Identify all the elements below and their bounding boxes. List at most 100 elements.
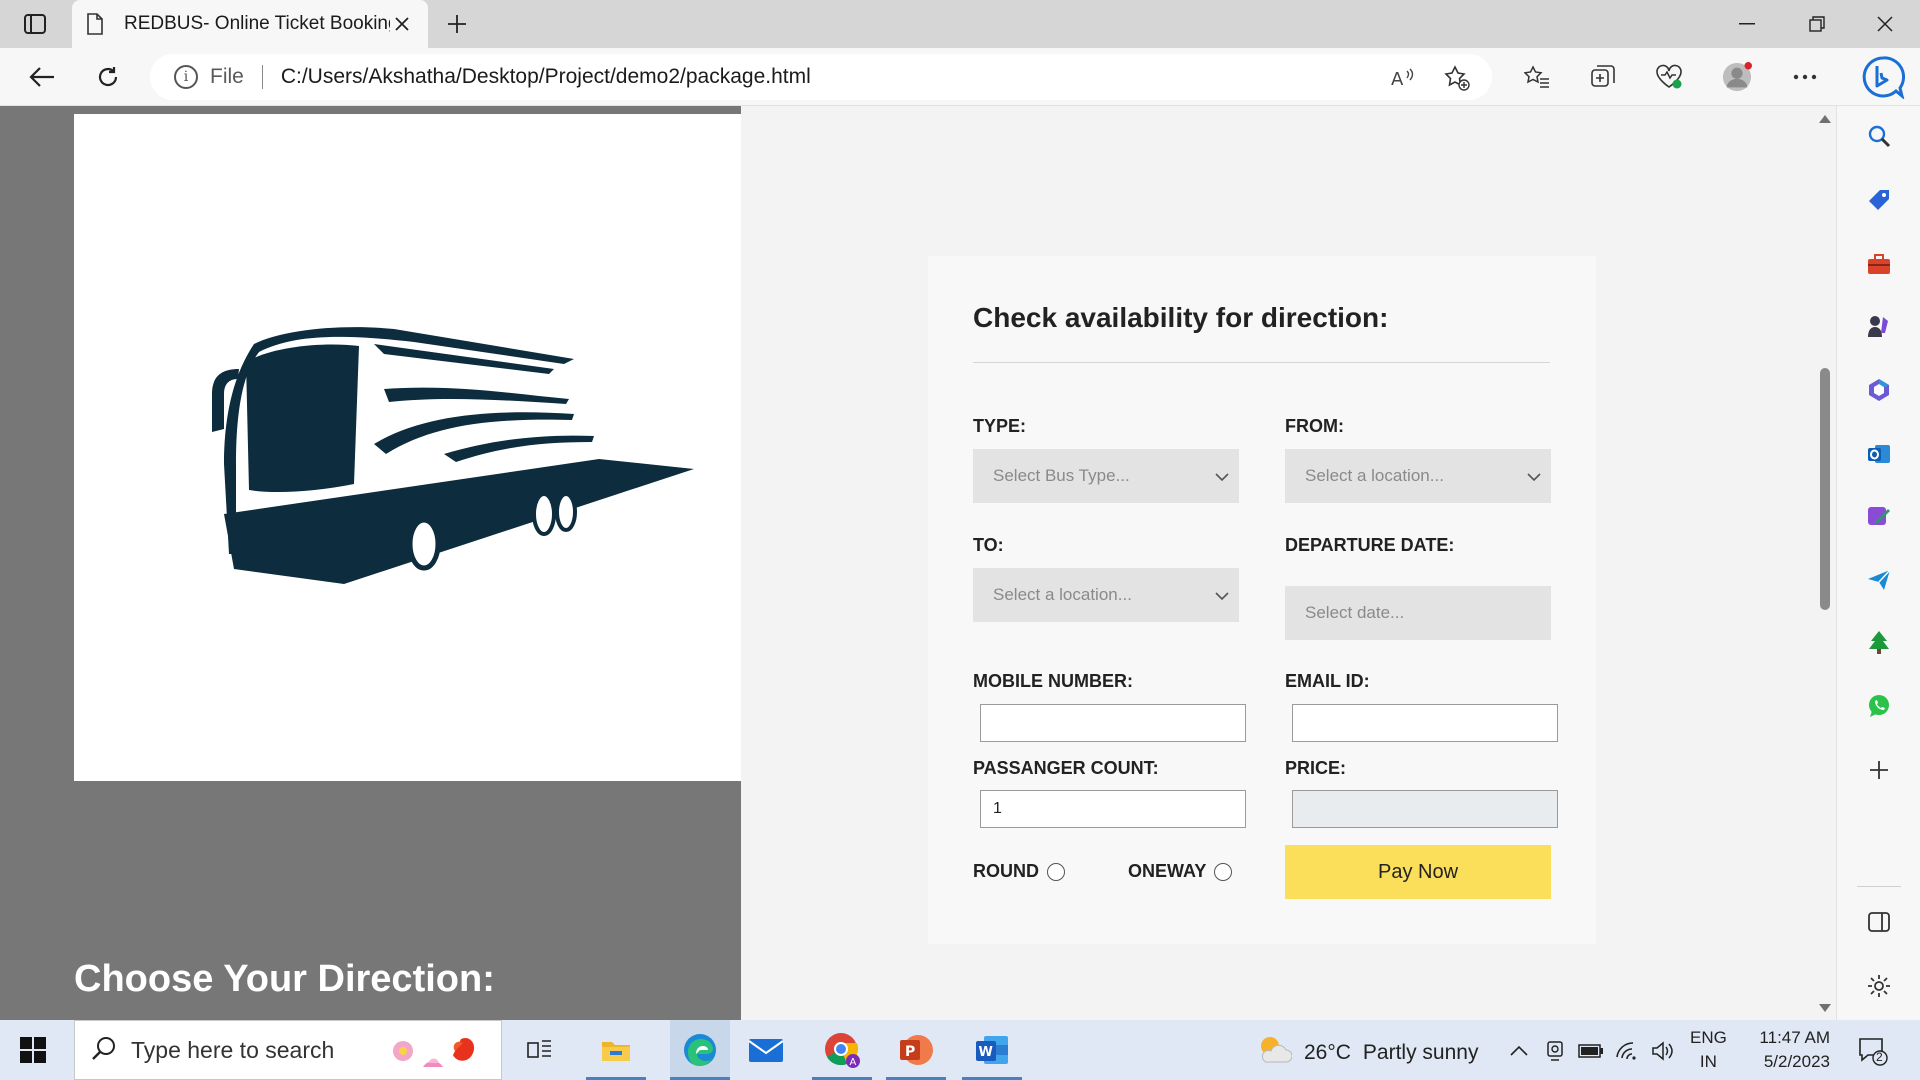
refresh-icon[interactable] [90, 60, 126, 94]
battery-icon[interactable] [1578, 1038, 1604, 1064]
browser-essentials-icon[interactable] [1654, 62, 1684, 92]
tools-icon[interactable] [1865, 250, 1893, 278]
round-radio[interactable] [1047, 862, 1065, 881]
to-placeholder: Select a location... [993, 585, 1132, 604]
email-id-input[interactable] [1292, 704, 1558, 742]
weather-widget[interactable]: 26°C Partly sunny [1256, 1034, 1478, 1072]
language-indicator[interactable]: ENG IN [1690, 1026, 1727, 1074]
notifications-icon[interactable]: 2 [1858, 1036, 1888, 1066]
bus-type-placeholder: Select Bus Type... [993, 466, 1130, 485]
email-id-label: EMAIL ID: [1285, 671, 1370, 691]
send-icon[interactable] [1865, 566, 1893, 594]
designer-icon[interactable] [1865, 502, 1893, 530]
scroll-down-icon[interactable] [1819, 1004, 1831, 1012]
settings-gear-icon[interactable] [1865, 972, 1893, 1000]
close-window-icon[interactable] [1852, 0, 1918, 48]
wifi-icon[interactable] [1614, 1038, 1640, 1064]
clock-time: 11:47 AM [1759, 1028, 1830, 1047]
meet-now-icon[interactable] [1542, 1038, 1568, 1064]
file-explorer-icon[interactable] [596, 1030, 636, 1070]
chevron-down-icon [1527, 467, 1541, 487]
temperature: 26°C [1304, 1041, 1351, 1064]
bing-chat-icon[interactable] [1860, 54, 1906, 100]
read-aloud-icon[interactable]: A [1390, 65, 1416, 91]
volume-icon[interactable] [1650, 1038, 1676, 1064]
sidebar-divider [1857, 886, 1901, 887]
choose-direction-heading: Choose Your Direction: [74, 958, 495, 1000]
scroll-up-icon[interactable] [1819, 115, 1831, 123]
windows-start-icon[interactable] [20, 1037, 46, 1063]
address-toolbar: i File C:/Users/Akshatha/Desktop/Project… [0, 48, 1920, 106]
edge-icon[interactable] [670, 1020, 730, 1080]
page-scrollbar[interactable] [1814, 106, 1836, 1020]
add-icon[interactable] [1865, 756, 1893, 784]
svg-text:A: A [1391, 69, 1404, 89]
taskbar-search[interactable]: Type here to search [74, 1020, 502, 1080]
weather-text: Partly sunny [1362, 1041, 1479, 1064]
bus-image-box [74, 114, 741, 781]
departure-date-input[interactable]: Select date... [1285, 586, 1551, 640]
restore-icon[interactable] [1784, 0, 1850, 48]
profile-avatar-icon[interactable] [1722, 62, 1752, 92]
svg-text:P: P [905, 1044, 915, 1060]
microsoft-365-icon[interactable] [1865, 376, 1893, 404]
departure-date-label: DEPARTURE DATE: [1285, 535, 1455, 555]
search-icon [91, 1035, 117, 1066]
left-panel: Choose Your Direction: [0, 106, 741, 1020]
form-divider [973, 362, 1550, 363]
oneway-radio[interactable] [1214, 862, 1233, 881]
svg-text:A: A [850, 1057, 857, 1068]
minimize-icon[interactable] [1714, 0, 1780, 48]
round-option[interactable]: ROUND [973, 861, 1065, 882]
oneway-option[interactable]: ONEWAY [1128, 861, 1233, 882]
price-field [1292, 790, 1558, 828]
whatsapp-icon[interactable] [1865, 692, 1893, 720]
tab-actions-icon[interactable] [18, 10, 52, 38]
hide-sidebar-icon[interactable] [1865, 908, 1893, 936]
mobile-number-input[interactable] [980, 704, 1246, 742]
more-options-icon[interactable] [1790, 62, 1820, 92]
word-icon[interactable]: W [972, 1030, 1012, 1070]
new-tab-icon[interactable] [442, 10, 472, 38]
edge-sidebar [1836, 106, 1920, 1020]
mail-icon[interactable] [746, 1030, 786, 1070]
from-label: FROM: [1285, 416, 1344, 436]
shopping-tag-icon[interactable] [1865, 186, 1893, 214]
info-icon[interactable]: i [174, 65, 198, 89]
url-text[interactable]: C:/Users/Akshatha/Desktop/Project/demo2/… [281, 65, 811, 89]
collections-icon[interactable] [1588, 62, 1618, 92]
clock[interactable]: 11:47 AM 5/2/2023 [1746, 1026, 1830, 1074]
back-icon[interactable] [24, 60, 60, 94]
favorites-icon[interactable] [1522, 62, 1552, 92]
pay-now-button[interactable]: Pay Now [1285, 845, 1551, 899]
svg-text:W: W [979, 1045, 993, 1060]
from-location-select[interactable]: Select a location... [1285, 449, 1551, 503]
form-title: Check availability for direction: [973, 302, 1389, 333]
show-hidden-icons-chevron-icon[interactable] [1506, 1038, 1532, 1064]
to-label: TO: [973, 535, 1004, 555]
document-icon [86, 13, 106, 35]
powerpoint-icon[interactable]: P [896, 1030, 936, 1070]
clock-date: 5/2/2023 [1763, 1052, 1830, 1071]
price-label: PRICE: [1285, 758, 1347, 778]
bus-type-select[interactable]: Select Bus Type... [973, 449, 1239, 503]
availability-form: Check availability for direction: TYPE: … [928, 256, 1596, 944]
tab-bar: REDBUS- Online Ticket Booking [0, 0, 1920, 48]
search-icon[interactable] [1865, 122, 1893, 150]
outlook-icon[interactable] [1865, 440, 1893, 468]
tree-icon[interactable] [1865, 628, 1893, 656]
browser-tab[interactable]: REDBUS- Online Ticket Booking [72, 0, 428, 48]
file-label: File [210, 65, 244, 88]
page-content: Choose Your Direction: Check availabilit… [0, 106, 1814, 1020]
address-bar[interactable]: i File C:/Users/Akshatha/Desktop/Project… [150, 54, 1492, 100]
games-icon[interactable] [1865, 312, 1893, 340]
passenger-count-input[interactable] [980, 790, 1246, 828]
add-favorite-icon[interactable] [1444, 65, 1470, 91]
oneway-label: ONEWAY [1128, 861, 1207, 881]
close-tab-icon[interactable] [390, 12, 414, 36]
to-location-select[interactable]: Select a location... [973, 568, 1239, 622]
scroll-thumb[interactable] [1820, 368, 1830, 610]
task-view-icon[interactable] [520, 1030, 560, 1070]
bus-logo [212, 327, 694, 584]
chrome-icon[interactable]: A [822, 1030, 862, 1070]
